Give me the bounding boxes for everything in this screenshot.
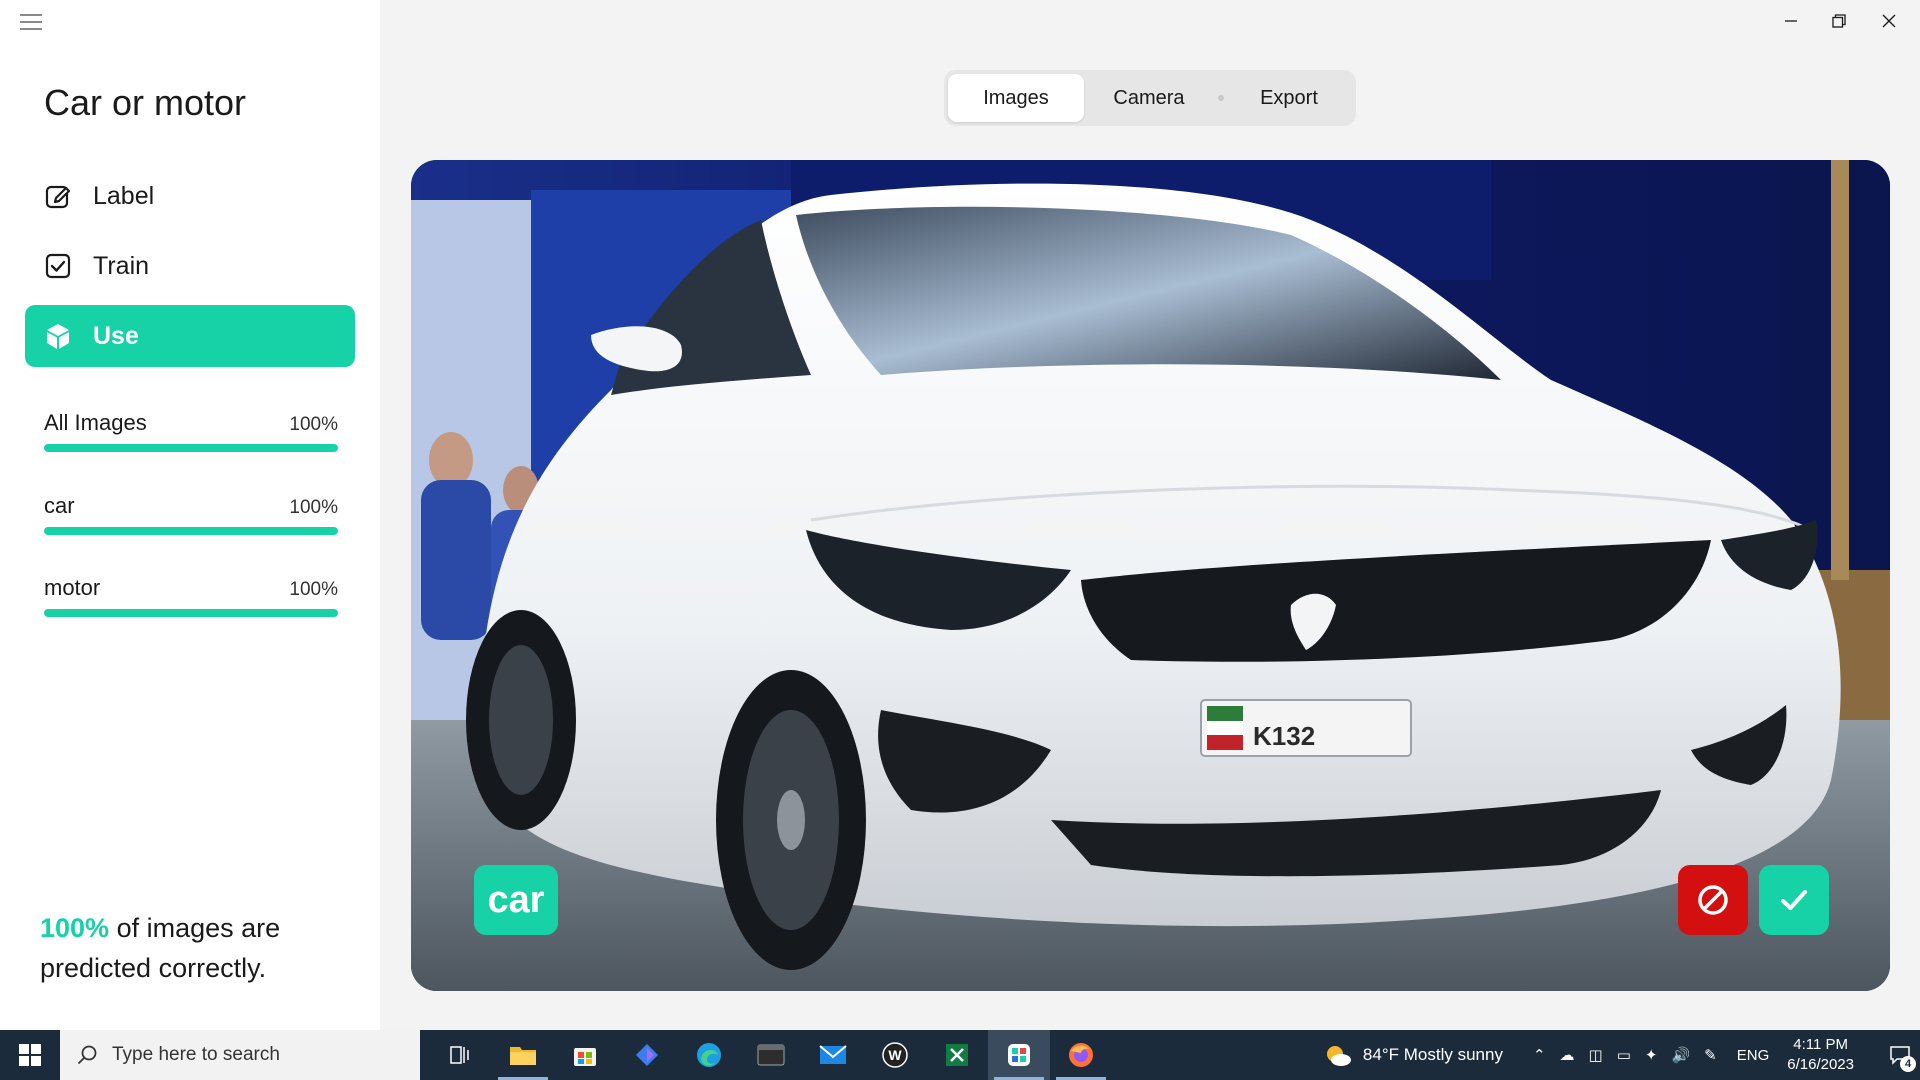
system-tray: 84°F Mostly sunny ⌃ ☁ ◫ ▭ ✦ 🔊 ✎ ENG 4:11… xyxy=(1323,1030,1920,1080)
checkbox-icon xyxy=(43,251,73,281)
tray-icons: ⌃ ☁ ◫ ▭ ✦ 🔊 ✎ xyxy=(1533,1046,1717,1064)
stat-percent: 100% xyxy=(289,497,338,518)
cube-icon xyxy=(43,321,73,351)
taskbar-search-input[interactable]: Type here to search xyxy=(60,1030,420,1080)
clock-date: 6/16/2023 xyxy=(1787,1056,1854,1073)
chevron-up-icon[interactable]: ⌃ xyxy=(1533,1046,1546,1064)
image-preview: K132 car xyxy=(411,160,1890,991)
volume-icon[interactable]: 🔊 xyxy=(1671,1046,1690,1064)
stat-name: car xyxy=(44,493,75,518)
copilot-icon[interactable] xyxy=(616,1030,678,1080)
stat-name: motor xyxy=(44,575,101,600)
close-button[interactable] xyxy=(1866,6,1912,36)
weather-widget[interactable]: 84°F Mostly sunny xyxy=(1323,1042,1503,1068)
progress-bar xyxy=(44,444,338,452)
nav-item-use-text: Use xyxy=(93,321,139,350)
minimize-icon xyxy=(1785,20,1797,22)
view-tabs: Images Camera Export xyxy=(944,70,1356,126)
wps-icon[interactable]: W xyxy=(864,1030,926,1080)
block-icon xyxy=(1698,885,1728,915)
hamburger-menu-icon[interactable] xyxy=(20,14,42,32)
weather-text: 84°F Mostly sunny xyxy=(1362,1045,1503,1064)
app-title: Car or motor xyxy=(44,82,247,123)
tab-images[interactable]: Images xyxy=(948,74,1084,122)
windows-logo-icon xyxy=(19,1044,41,1066)
stat-percent: 100% xyxy=(289,579,338,600)
lobe-icon[interactable] xyxy=(988,1030,1050,1080)
license-plate-text: K132 xyxy=(1253,721,1315,751)
pen-icon[interactable]: ✎ xyxy=(1704,1046,1717,1064)
nav-item-train-text: Train xyxy=(93,251,150,280)
search-icon xyxy=(77,1045,97,1065)
search-placeholder: Type here to search xyxy=(112,1044,280,1065)
store-icon[interactable] xyxy=(554,1030,616,1080)
partly-sunny-icon xyxy=(1326,1046,1351,1066)
restore-icon xyxy=(1832,14,1846,28)
edit-icon xyxy=(43,181,73,211)
prediction-badge: car xyxy=(474,865,558,935)
nav-item-use[interactable]: Use xyxy=(25,305,355,367)
language-indicator[interactable]: ENG xyxy=(1737,1047,1770,1064)
car-photo: K132 xyxy=(411,160,1890,991)
tab-camera[interactable]: Camera xyxy=(1084,74,1214,122)
mail-icon[interactable] xyxy=(802,1030,864,1080)
stat-name: All Images xyxy=(44,410,147,435)
reject-button[interactable] xyxy=(1678,865,1748,935)
checkmark-icon xyxy=(1781,890,1807,910)
stat-percent: 100% xyxy=(289,414,338,435)
taskbar: Type here to search W 84°F Mostly sunny … xyxy=(0,1030,1920,1080)
tab-separator xyxy=(1218,95,1224,101)
notification-button[interactable]: 4 xyxy=(1880,1030,1920,1080)
excel-like-icon[interactable] xyxy=(926,1030,988,1080)
file-explorer-icon[interactable] xyxy=(492,1030,554,1080)
stat-motor[interactable]: motor 100% xyxy=(44,575,338,617)
stat-all-images[interactable]: All Images 100% xyxy=(44,410,338,452)
edge-icon[interactable] xyxy=(678,1030,740,1080)
progress-fill xyxy=(44,527,338,535)
nav-item-label[interactable]: Label xyxy=(25,165,355,227)
accuracy-value: 100% xyxy=(40,913,110,943)
restore-button[interactable] xyxy=(1816,6,1862,36)
clock-time: 4:11 PM xyxy=(1793,1036,1848,1053)
confirm-button[interactable] xyxy=(1759,865,1829,935)
nav-item-label-text: Label xyxy=(93,181,155,210)
terminal-icon[interactable] xyxy=(740,1030,802,1080)
clock[interactable]: 4:11 PM 6/16/2023 xyxy=(1787,1035,1854,1075)
taskbar-apps: W xyxy=(430,1030,1112,1080)
battery-icon[interactable]: ▭ xyxy=(1617,1046,1631,1064)
device-icon[interactable]: ◫ xyxy=(1589,1046,1603,1064)
firefox-icon[interactable] xyxy=(1050,1030,1112,1080)
progress-fill xyxy=(44,444,338,452)
tab-export[interactable]: Export xyxy=(1228,74,1350,122)
task-view-icon[interactable] xyxy=(430,1030,492,1080)
onedrive-icon[interactable]: ☁ xyxy=(1560,1046,1575,1064)
svg-text:W: W xyxy=(888,1047,902,1063)
start-button[interactable] xyxy=(0,1030,60,1080)
nav-item-train[interactable]: Train xyxy=(25,235,355,297)
progress-fill xyxy=(44,609,338,617)
wifi-icon[interactable]: ✦ xyxy=(1645,1046,1658,1064)
minimize-button[interactable] xyxy=(1768,6,1814,36)
sidebar: Car or motor Label Train Use All Images … xyxy=(0,0,380,1030)
notification-count: 4 xyxy=(1900,1056,1916,1072)
progress-bar xyxy=(44,527,338,535)
stat-car[interactable]: car 100% xyxy=(44,493,338,535)
progress-bar xyxy=(44,609,338,617)
accuracy-summary: 100% of images are predicted correctly. xyxy=(40,908,360,988)
close-icon xyxy=(1882,14,1896,28)
